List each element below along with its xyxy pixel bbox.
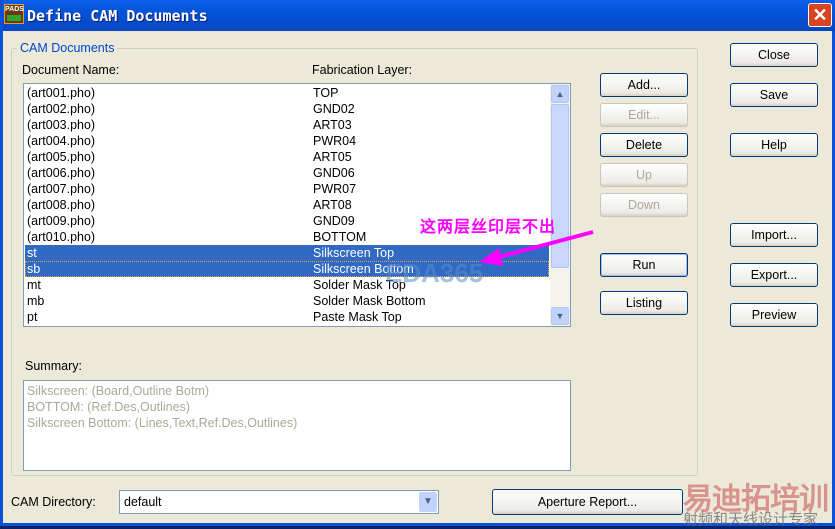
fabrication-layer: GND09: [313, 214, 355, 228]
document-name: (art006.pho): [27, 166, 96, 180]
help-button[interactable]: Help: [730, 133, 818, 157]
listing-button[interactable]: Listing: [600, 291, 688, 315]
document-name: (art003.pho): [27, 118, 96, 132]
list-row[interactable]: (art008.pho) ART08: [25, 197, 549, 213]
document-name: (art008.pho): [27, 198, 96, 212]
fabrication-layer: PWR04: [313, 134, 357, 148]
summary-label: Summary:: [25, 359, 82, 373]
aperture-report-button[interactable]: Aperture Report...: [492, 489, 683, 515]
delete-button[interactable]: Delete: [600, 133, 688, 157]
fabrication-layer: ART08: [313, 198, 352, 212]
preview-button[interactable]: Preview: [730, 303, 818, 327]
save-button[interactable]: Save: [730, 83, 818, 107]
down-button[interactable]: Down: [600, 193, 688, 217]
window-title: Define CAM Documents: [27, 7, 208, 25]
document-name-header: Document Name:: [22, 63, 120, 77]
document-name: (art002.pho): [27, 102, 96, 116]
document-name: (art009.pho): [27, 214, 96, 228]
group-label: CAM Documents: [17, 41, 118, 55]
list-row[interactable]: (art006.pho) GND06: [25, 165, 549, 181]
title-bar: PADS Define CAM Documents ✕: [3, 0, 835, 31]
import-button[interactable]: Import...: [730, 223, 818, 247]
fabrication-layer: GND06: [313, 166, 355, 180]
fabrication-layer: GND02: [313, 102, 355, 116]
add-button[interactable]: Add...: [600, 73, 688, 97]
document-name: mb: [27, 294, 45, 308]
list-row[interactable]: (art005.pho) ART05: [25, 149, 549, 165]
run-button[interactable]: Run: [600, 253, 688, 277]
cam-directory-value: default: [124, 495, 162, 509]
fabrication-layer: BOTTOM: [313, 230, 367, 244]
list-row[interactable]: (art004.pho) PWR04: [25, 133, 549, 149]
list-scrollbar[interactable]: ▲ ▼: [550, 84, 570, 326]
close-button[interactable]: Close: [730, 43, 818, 67]
eda365-watermark: EDA365: [385, 258, 484, 288]
scroll-down-icon[interactable]: ▼: [551, 307, 569, 325]
document-name: mt: [27, 278, 41, 292]
export-button[interactable]: Export...: [730, 263, 818, 287]
document-name: pt: [27, 310, 38, 324]
pads-app-icon: PADS: [4, 4, 24, 24]
fabrication-layer: ART05: [313, 150, 352, 164]
fabrication-layer: Silkscreen Top: [313, 246, 395, 260]
list-row[interactable]: (art002.pho) GND02: [25, 101, 549, 117]
close-window-button[interactable]: ✕: [808, 3, 832, 27]
list-row[interactable]: (art001.pho) TOP: [25, 85, 549, 101]
summary-line: BOTTOM: (Ref.Des,Outlines): [27, 400, 190, 414]
fabrication-layer: Paste Mask Top: [313, 310, 402, 324]
up-button[interactable]: Up: [600, 163, 688, 187]
document-name: (art004.pho): [27, 134, 96, 148]
fabrication-layer: Solder Mask Bottom: [313, 294, 426, 308]
fabrication-layer: TOP: [313, 86, 339, 100]
cam-directory-label: CAM Directory:: [11, 495, 96, 509]
document-name: (art001.pho): [27, 86, 96, 100]
summary-line: Silkscreen: (Board,Outline Botm): [27, 384, 210, 398]
cam-documents-list[interactable]: pt Paste Mask Top mb Solder Mask Bottom mt So…: [23, 83, 571, 327]
list-row[interactable]: pt Paste Mask Top: [25, 309, 549, 325]
cam-directory-select[interactable]: default ▼: [119, 490, 439, 514]
document-name: sb: [27, 262, 41, 276]
document-name: (art005.pho): [27, 150, 96, 164]
fabrication-layer: PWR07: [313, 182, 357, 196]
summary-box: Silkscreen: (Board,Outline Botm) BOTTOM:…: [23, 380, 571, 471]
scroll-up-icon[interactable]: ▲: [551, 85, 569, 103]
list-row[interactable]: (art007.pho) PWR07: [25, 181, 549, 197]
chevron-down-icon[interactable]: ▼: [419, 492, 437, 512]
document-name: (art010.pho): [27, 230, 96, 244]
list-row[interactable]: (art003.pho) ART03: [25, 117, 549, 133]
edit-button[interactable]: Edit...: [600, 103, 688, 127]
summary-line: Silkscreen Bottom: (Lines,Text,Ref.Des,O…: [27, 416, 298, 430]
fabrication-layer-header: Fabrication Layer:: [312, 63, 413, 77]
document-name: (art007.pho): [27, 182, 96, 196]
dialog-window: PADS Define CAM Documents ✕ CAM Document…: [0, 0, 835, 528]
app-icon-text: PADS: [5, 6, 24, 13]
list-row[interactable]: mb Solder Mask Bottom: [25, 293, 549, 309]
document-name: st: [27, 246, 37, 260]
annotation-arrow-icon: [479, 230, 594, 266]
fabrication-layer: ART03: [313, 118, 352, 132]
